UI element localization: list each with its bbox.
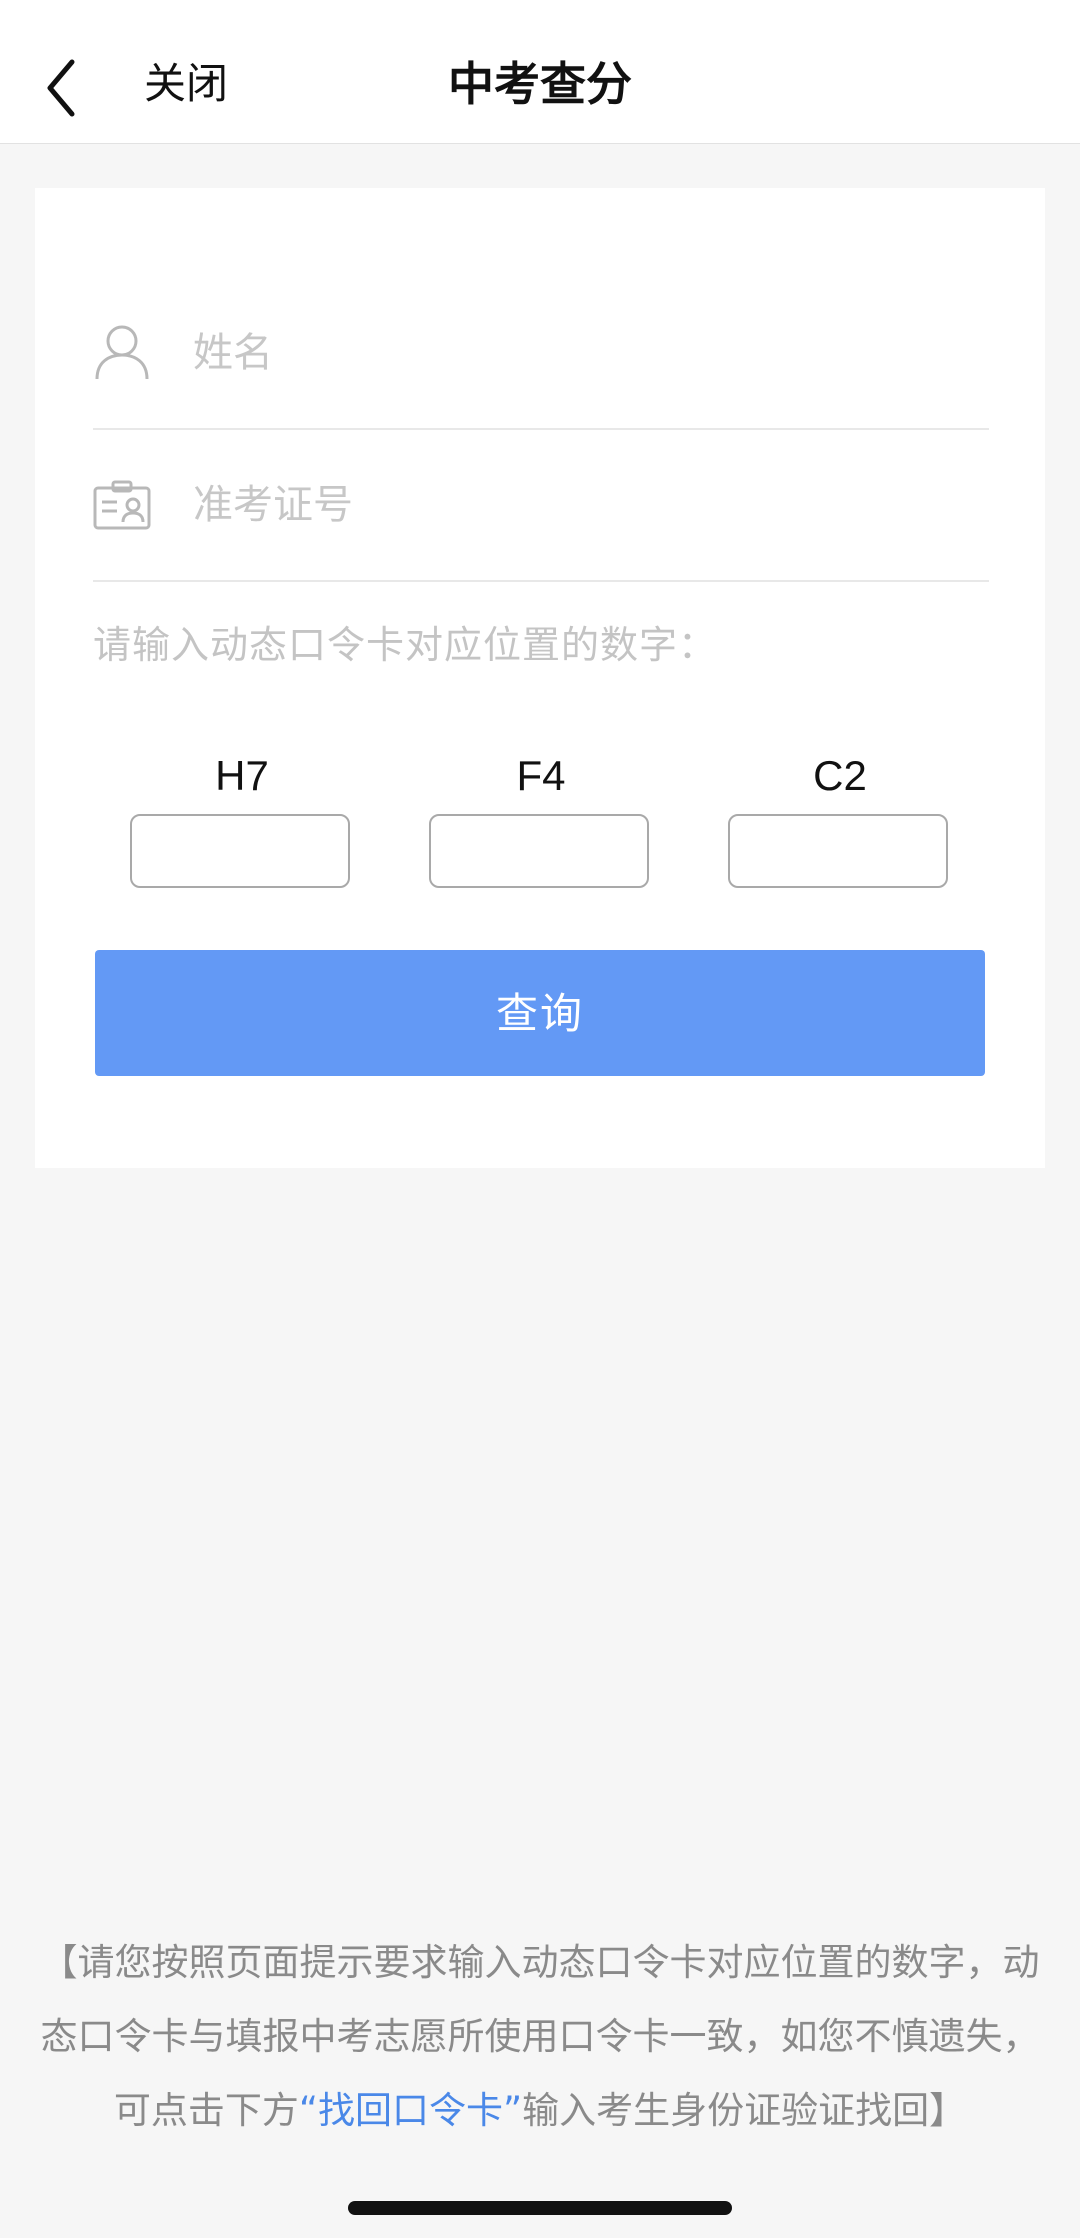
- passcode-cell-2: F4: [429, 748, 653, 908]
- passcode-input-2[interactable]: [429, 814, 649, 888]
- home-indicator[interactable]: [348, 2201, 732, 2215]
- recover-passcode-link[interactable]: “找回口令卡”: [299, 2089, 522, 2132]
- passcode-label-2: F4: [516, 752, 566, 799]
- passcode-cell-1: H7: [130, 748, 354, 908]
- passcode-label-1: H7: [215, 752, 269, 799]
- page-title: 中考查分: [448, 57, 632, 111]
- person-icon: [95, 325, 149, 380]
- id-card-icon: [93, 480, 151, 530]
- passcode-inputs: H7 F4 C2: [35, 748, 1045, 908]
- exam-number-field-row: [93, 430, 989, 582]
- recovery-notice: 【请您按照页面提示要求输入动态口令卡对应位置的数字，动态口令卡与填报中考志愿所使…: [30, 1926, 1050, 2148]
- query-button[interactable]: 查询: [95, 950, 985, 1076]
- navigation-bar: 关闭 中考查分: [0, 0, 1080, 144]
- notice-text-suffix: 输入考生身份证验证找回】: [522, 2089, 967, 2132]
- query-form-card: 请输入动态口令卡对应位置的数字： H7 F4 C2 查询: [35, 188, 1045, 1168]
- passcode-label-3: C2: [813, 752, 867, 799]
- passcode-input-1[interactable]: [130, 814, 350, 888]
- passcode-input-3[interactable]: [728, 814, 948, 888]
- passcode-cell-3: C2: [728, 748, 952, 908]
- exam-number-input[interactable]: [193, 470, 973, 540]
- name-input[interactable]: [193, 318, 973, 388]
- name-field-row: [93, 278, 989, 430]
- passcode-hint: 请输入动态口令卡对应位置的数字：: [93, 623, 718, 667]
